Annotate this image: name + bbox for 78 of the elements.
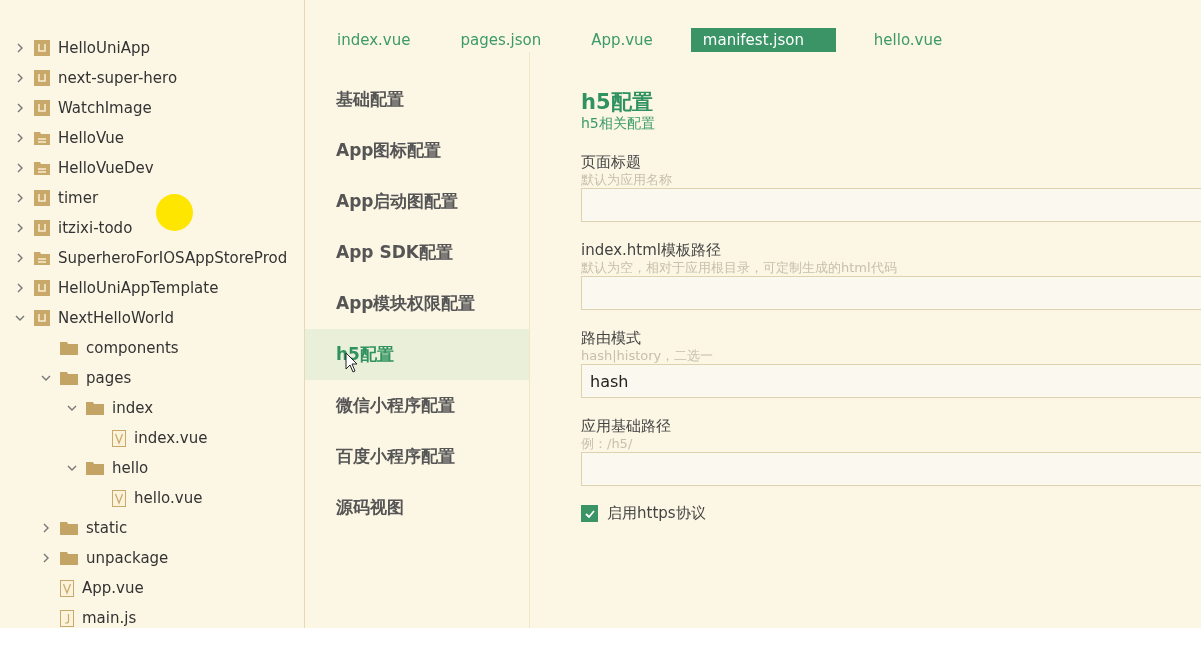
settings-nav-item[interactable]: App启动图配置: [305, 176, 529, 227]
tree-item[interactable]: static: [86, 518, 128, 538]
tree-item[interactable]: HelloVueDev: [58, 158, 154, 178]
project-icon: [34, 310, 50, 326]
tree-item[interactable]: itzixi-todo: [58, 218, 133, 238]
chevron-icon[interactable]: [15, 313, 25, 323]
settings-nav-item[interactable]: App SDK配置: [305, 227, 529, 278]
field-label: 页面标题: [581, 152, 642, 172]
chevron-icon[interactable]: [67, 403, 77, 413]
folder-icon: [60, 521, 78, 535]
settings-nav-item[interactable]: 基础配置: [305, 74, 529, 125]
tree-item[interactable]: NextHelloWorld: [58, 308, 174, 328]
folder-icon: [34, 131, 50, 145]
chevron-icon[interactable]: [15, 43, 25, 53]
checkbox-label: 启用https协议: [607, 504, 706, 523]
folder-icon: [60, 551, 78, 565]
file-icon: [60, 579, 74, 597]
editor-tab[interactable]: manifest.json: [690, 28, 836, 52]
field-label: 应用基础路径: [581, 416, 672, 436]
tree-item[interactable]: components: [86, 338, 179, 358]
project-icon: [34, 280, 50, 296]
file-icon: [112, 489, 126, 507]
folder-icon: [34, 161, 50, 175]
tree-item[interactable]: index: [112, 398, 154, 418]
tree-item[interactable]: HelloUniApp: [58, 38, 150, 58]
file-icon: [112, 429, 126, 447]
project-icon: [34, 190, 50, 206]
folder-icon: [86, 401, 104, 415]
settings-nav-item[interactable]: 百度小程序配置: [305, 431, 529, 482]
tree-item[interactable]: pages: [86, 368, 132, 388]
chevron-icon[interactable]: [15, 163, 25, 173]
chevron-icon[interactable]: [15, 253, 25, 263]
tree-item[interactable]: SuperheroForIOSAppStoreProd: [58, 248, 288, 268]
settings-nav-item[interactable]: App图标配置: [305, 125, 529, 176]
tree-item[interactable]: unpackage: [86, 548, 169, 568]
field-label: 路由模式: [581, 328, 642, 348]
chevron-icon[interactable]: [15, 283, 25, 293]
chevron-icon[interactable]: [41, 523, 51, 533]
section-title: h5配置: [581, 90, 654, 114]
settings-nav-item[interactable]: 微信小程序配置: [305, 380, 529, 431]
chevron-icon[interactable]: [15, 73, 25, 83]
chevron-icon[interactable]: [41, 373, 51, 383]
settings-nav-item[interactable]: App模块权限配置: [305, 278, 529, 329]
project-icon: [34, 220, 50, 236]
cursor-highlight: [156, 194, 193, 231]
project-icon: [34, 40, 50, 56]
folder-icon: [60, 341, 78, 355]
folder-icon: [34, 251, 50, 265]
tree-item[interactable]: HelloVue: [58, 128, 124, 148]
tree-item[interactable]: next-super-hero: [58, 68, 178, 88]
tree-item[interactable]: index.vue: [134, 428, 208, 448]
section-subtitle: h5相关配置: [581, 114, 656, 132]
folder-icon: [86, 461, 104, 475]
chevron-icon[interactable]: [15, 103, 25, 113]
folder-icon: [60, 371, 78, 385]
tree-item[interactable]: hello: [112, 458, 149, 478]
project-icon: [34, 70, 50, 86]
tree-item[interactable]: timer: [58, 188, 99, 208]
input-field[interactable]: [581, 276, 1201, 310]
chevron-icon[interactable]: [67, 463, 77, 473]
tree-item[interactable]: App.vue: [82, 578, 144, 598]
checkbox[interactable]: [581, 505, 598, 522]
field-hint: 默认为应用名称: [581, 172, 673, 188]
tree-item[interactable]: main.js: [82, 608, 137, 628]
field-label: index.html模板路径: [581, 240, 722, 260]
input-field[interactable]: [581, 452, 1201, 486]
settings-nav-item[interactable]: 源码视图: [305, 482, 529, 533]
tree-item[interactable]: HelloUniAppTemplate: [58, 278, 219, 298]
input-field[interactable]: [581, 188, 1201, 222]
chevron-icon[interactable]: [41, 553, 51, 563]
tree-item[interactable]: hello.vue: [134, 488, 203, 508]
tree-item[interactable]: WatchImage: [58, 98, 152, 118]
chevron-icon[interactable]: [15, 223, 25, 233]
field-hint: 例：/h5/: [581, 436, 634, 452]
chevron-icon[interactable]: [15, 193, 25, 203]
chevron-icon[interactable]: [15, 133, 25, 143]
input-field[interactable]: hash: [581, 364, 1201, 398]
project-icon: [34, 100, 50, 116]
